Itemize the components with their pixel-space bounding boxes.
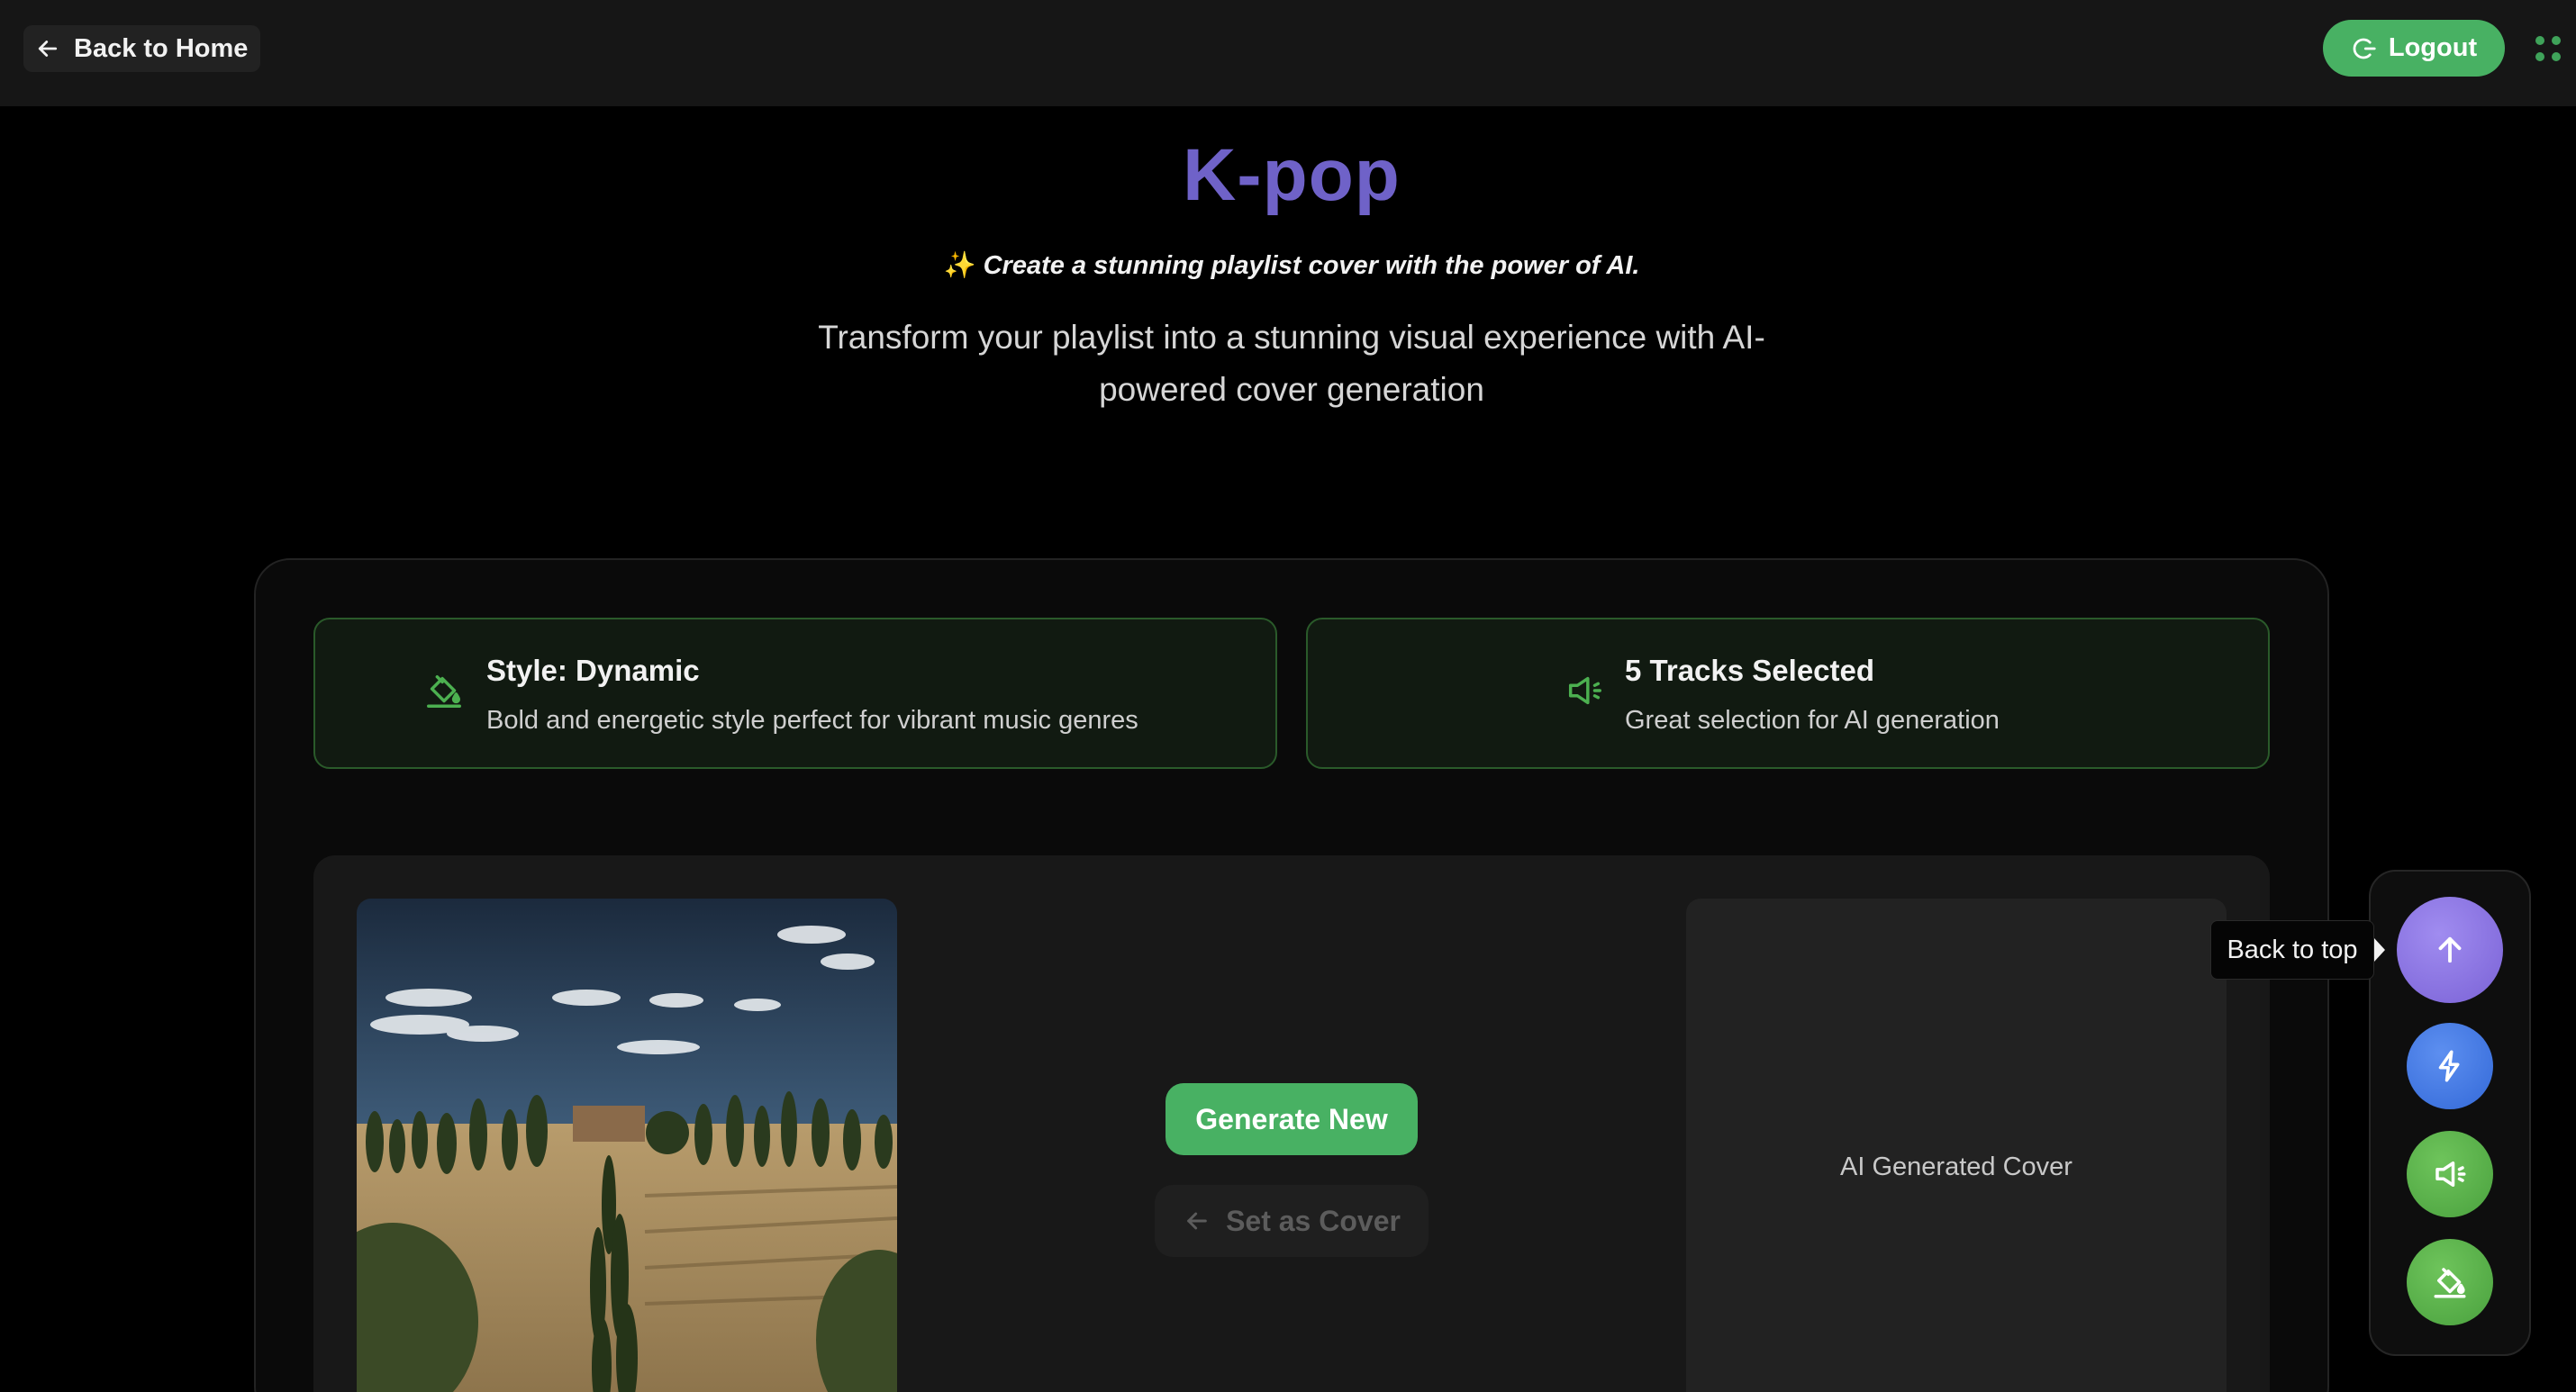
page-title: K-pop (1183, 134, 1401, 216)
flash-button[interactable] (2407, 1023, 2493, 1109)
arrow-left-icon (1187, 1212, 1207, 1230)
set-as-cover-label: Set as Cover (1226, 1204, 1401, 1237)
arrow-up-icon (2438, 936, 2462, 963)
logout-label: Logout (2388, 33, 2478, 62)
flash-icon (2438, 1050, 2460, 1082)
current-cover-image (357, 899, 897, 1392)
back-to-top-tooltip: Back to top (2210, 920, 2374, 980)
logout-button[interactable]: Logout (2323, 20, 2505, 77)
back-to-top-button[interactable] (2397, 897, 2503, 1003)
top-bar: Back to Home Logout (0, 0, 2576, 106)
tracks-button[interactable] (2407, 1131, 2493, 1217)
apps-menu-icon[interactable] (2535, 36, 2561, 61)
ai-cover-label: AI Generated Cover (1840, 1152, 2073, 1181)
paint-bucket-icon (423, 670, 465, 711)
style-description: Bold and energetic style perfect for vib… (486, 706, 1138, 735)
style-button[interactable] (2407, 1239, 2493, 1325)
generate-new-button[interactable]: Generate New (1166, 1083, 1418, 1155)
arrow-left-icon (38, 41, 58, 57)
page-subtitle: Transform your playlist into a stunning … (818, 319, 1765, 408)
paint-bucket-icon (2434, 1268, 2466, 1298)
tracks-info-card: 5 Tracks Selected Great selection for AI… (1306, 618, 2270, 769)
style-info-card: Style: Dynamic Bold and energetic style … (313, 618, 1277, 769)
speaker-icon (1564, 670, 1605, 711)
tracks-description: Great selection for AI generation (1625, 706, 2000, 735)
ai-generated-cover-placeholder: AI Generated Cover (1686, 899, 2227, 1392)
sparkles-icon: ✨ (943, 251, 976, 280)
set-as-cover-button[interactable]: Set as Cover (1155, 1185, 1429, 1257)
back-to-home-button[interactable]: Back to Home (23, 25, 261, 72)
tooltip-arrow (2374, 938, 2385, 962)
tagline-text: Create a stunning playlist cover with th… (983, 251, 1640, 280)
style-title: Style: Dynamic (486, 654, 700, 687)
speaker-icon (2435, 1162, 2466, 1187)
tagline: ✨ Create a stunning playlist cover with t… (0, 250, 2576, 281)
logout-icon (2353, 38, 2376, 59)
back-to-home-label: Back to Home (74, 33, 249, 63)
tracks-title: 5 Tracks Selected (1625, 654, 1875, 687)
